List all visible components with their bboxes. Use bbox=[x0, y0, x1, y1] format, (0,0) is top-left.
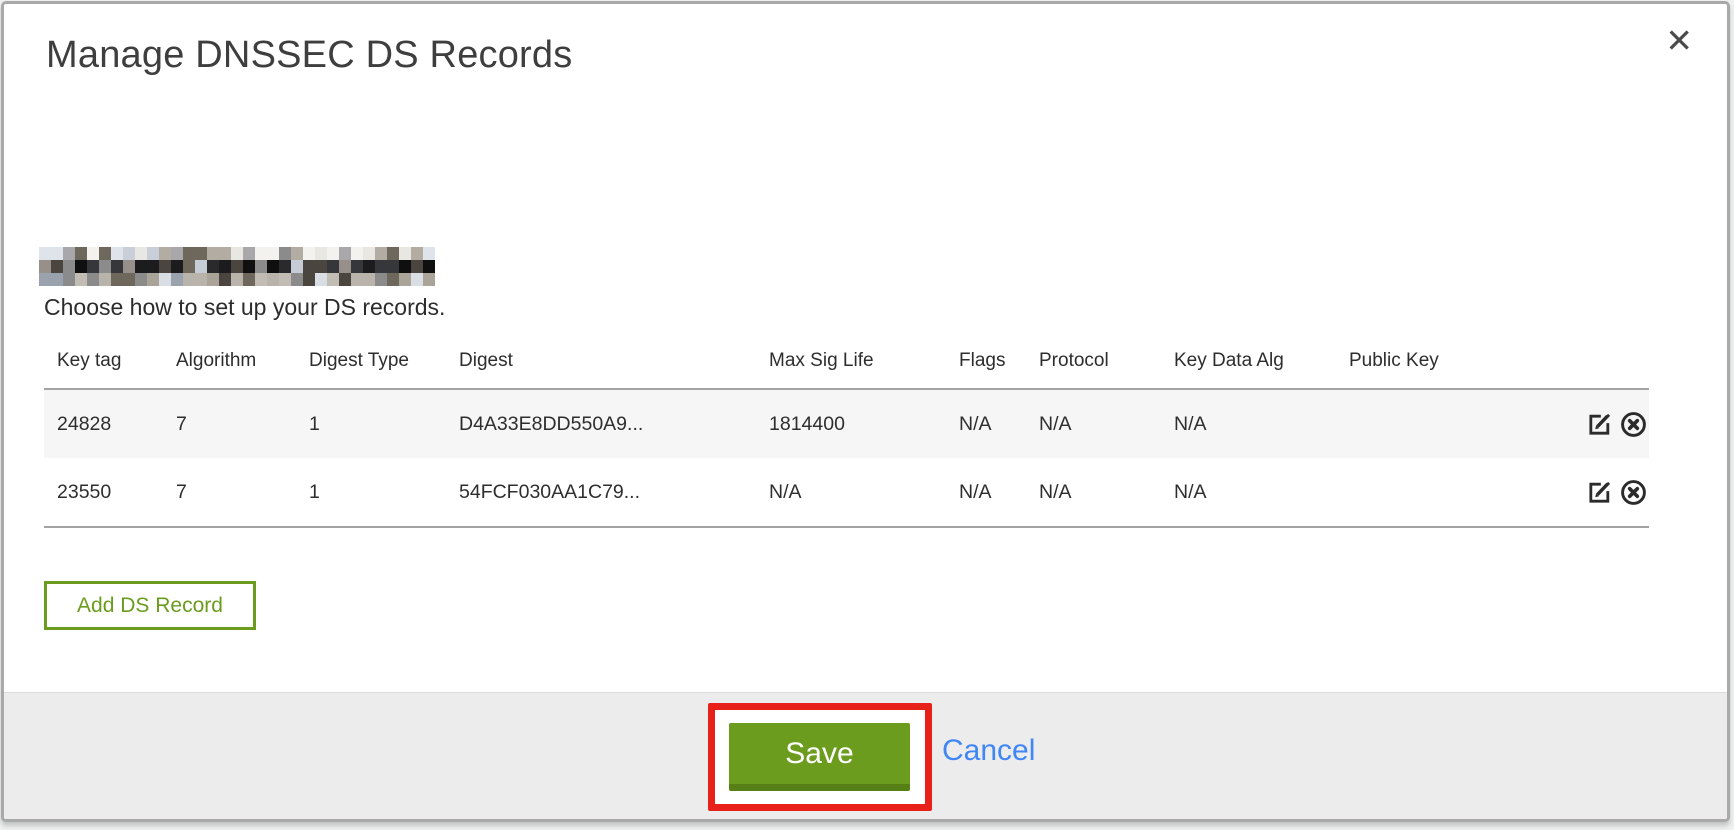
cell-key-tag: 24828 bbox=[44, 389, 163, 458]
cell-key-data-alg: N/A bbox=[1161, 389, 1336, 458]
dialog-title: Manage DNSSEC DS Records bbox=[46, 34, 572, 77]
add-ds-record-button[interactable]: Add DS Record bbox=[44, 581, 256, 630]
row-actions bbox=[1566, 458, 1649, 527]
ds-records-table: Key tagAlgorithmDigest TypeDigestMax Sig… bbox=[44, 336, 1649, 528]
cell-algorithm: 7 bbox=[163, 458, 296, 527]
column-header: Algorithm bbox=[163, 336, 296, 389]
cell-max-sig-life: 1814400 bbox=[756, 389, 946, 458]
row-actions bbox=[1566, 389, 1649, 458]
column-header: Key tag bbox=[44, 336, 163, 389]
table-row: 23550 7 1 54FCF030AA1C79... N/A N/A N/A … bbox=[44, 458, 1649, 527]
cell-digest-type: 1 bbox=[296, 458, 446, 527]
cell-key-data-alg: N/A bbox=[1161, 458, 1336, 527]
save-highlight-annotation: Save bbox=[708, 703, 932, 811]
manage-dnssec-dialog: Manage DNSSEC DS Records ✕ Choose how to… bbox=[1, 1, 1730, 822]
cell-max-sig-life: N/A bbox=[756, 458, 946, 527]
column-header: Max Sig Life bbox=[756, 336, 946, 389]
column-header: Public Key bbox=[1336, 336, 1566, 389]
cell-flags: N/A bbox=[946, 389, 1026, 458]
ds-table-body: 24828 7 1 D4A33E8DD550A9... 1814400 N/A … bbox=[44, 389, 1649, 527]
dialog-footer: Save Cancel bbox=[4, 692, 1727, 819]
delete-record-icon[interactable] bbox=[1620, 479, 1647, 506]
instruction-text: Choose how to set up your DS records. bbox=[44, 294, 445, 321]
close-icon[interactable]: ✕ bbox=[1665, 24, 1693, 57]
column-header: Flags bbox=[946, 336, 1026, 389]
column-header: Digest bbox=[446, 336, 756, 389]
save-button[interactable]: Save bbox=[729, 723, 910, 791]
cell-flags: N/A bbox=[946, 458, 1026, 527]
edit-record-icon[interactable] bbox=[1586, 411, 1613, 438]
cell-key-tag: 23550 bbox=[44, 458, 163, 527]
cell-protocol: N/A bbox=[1026, 389, 1161, 458]
column-header: Key Data Alg bbox=[1161, 336, 1336, 389]
column-header: Protocol bbox=[1026, 336, 1161, 389]
cancel-link[interactable]: Cancel bbox=[942, 734, 1035, 768]
cell-public-key bbox=[1336, 389, 1566, 458]
cell-digest: 54FCF030AA1C79... bbox=[446, 458, 756, 527]
cell-protocol: N/A bbox=[1026, 458, 1161, 527]
redacted-domain-name bbox=[39, 247, 435, 286]
table-row: 24828 7 1 D4A33E8DD550A9... 1814400 N/A … bbox=[44, 389, 1649, 458]
cell-public-key bbox=[1336, 458, 1566, 527]
column-header: Digest Type bbox=[296, 336, 446, 389]
edit-record-icon[interactable] bbox=[1586, 479, 1613, 506]
cell-digest: D4A33E8DD550A9... bbox=[446, 389, 756, 458]
table-header-row: Key tagAlgorithmDigest TypeDigestMax Sig… bbox=[44, 336, 1649, 389]
delete-record-icon[interactable] bbox=[1620, 411, 1647, 438]
cell-algorithm: 7 bbox=[163, 389, 296, 458]
column-header-actions bbox=[1566, 336, 1649, 389]
cell-digest-type: 1 bbox=[296, 389, 446, 458]
